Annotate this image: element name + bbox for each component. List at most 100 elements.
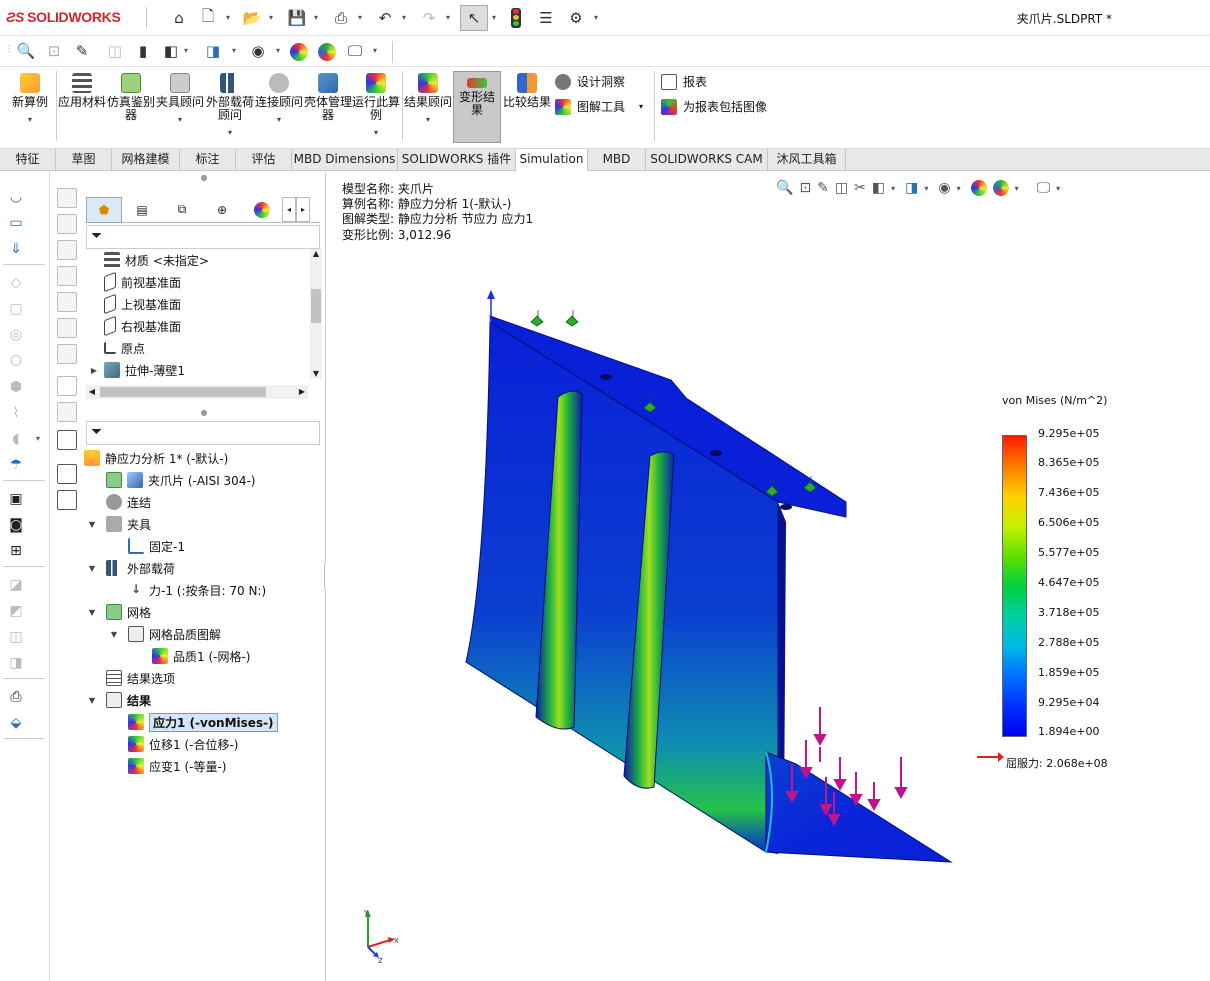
tool-b-icon[interactable]	[57, 214, 77, 234]
open-file-icon[interactable]: 📂	[241, 7, 263, 29]
view-orientation-icon[interactable]: ◧	[160, 40, 182, 62]
tree-fixtures[interactable]: ▼ 夹具	[86, 513, 151, 535]
save-icon[interactable]: 💾	[286, 7, 308, 29]
tool-d-icon[interactable]	[57, 266, 77, 286]
tree-item-right-plane[interactable]: 右视基准面	[104, 315, 181, 337]
new-study-button[interactable]: 新算例 ▾	[6, 71, 54, 143]
splitter-handle[interactable]: ●	[82, 172, 326, 182]
shell-manager-button[interactable]: 壳体管理器	[304, 71, 352, 143]
fixture-tool-icon[interactable]: ◡	[5, 186, 27, 208]
load-tool-icon[interactable]: ⇓	[5, 238, 27, 260]
filter-box[interactable]: ⏷	[86, 225, 320, 249]
tabs-left-arrow[interactable]: ◂	[282, 197, 296, 222]
tool-c-icon[interactable]	[57, 240, 77, 260]
splitter-handle[interactable]: ●	[82, 407, 326, 417]
tab-mufeng-toolbox[interactable]: 沐风工具箱	[768, 149, 846, 171]
tree-fixed-1[interactable]: 固定-1	[128, 535, 185, 557]
property-manager-tab[interactable]: ▤	[122, 197, 162, 222]
include-image-button[interactable]: 为报表包括图像	[661, 98, 767, 115]
spring-tool-icon[interactable]: ⌇	[5, 402, 27, 424]
chevron-down-icon[interactable]: ▾	[314, 13, 322, 22]
display-style-icon[interactable]: ◨	[202, 40, 224, 62]
remote-load-icon[interactable]: ☂	[5, 454, 27, 476]
chevron-down-icon[interactable]: ▾	[446, 13, 454, 22]
bearing-tool-icon[interactable]: ◖	[5, 428, 27, 450]
chevron-down-icon[interactable]: ▾	[594, 13, 602, 22]
tree-strain-1[interactable]: 应变1 (-等量-)	[128, 755, 226, 777]
animate-icon[interactable]: ◨	[5, 652, 27, 674]
probe-icon[interactable]: ◪	[5, 574, 27, 596]
connector-tool-icon[interactable]: ◎	[5, 324, 27, 346]
deformed-result-button[interactable]: 变形结果	[453, 71, 501, 143]
connections-advisor-button[interactable]: 连接顾问 ▾	[255, 71, 303, 143]
plot-tools-button[interactable]: 图解工具 ▾	[555, 98, 643, 115]
redo-icon[interactable]: ↷	[418, 7, 440, 29]
tool-l-icon[interactable]	[57, 490, 77, 510]
tree-quality-1[interactable]: 品质1 (-网格-)	[152, 645, 250, 667]
chevron-down-icon[interactable]: ▾	[36, 434, 44, 443]
previous-view-icon[interactable]: ✎	[71, 40, 93, 62]
external-loads-advisor-button[interactable]: 外部载荷顾问 ▾	[206, 71, 254, 143]
print-plot-icon[interactable]: ⎙	[5, 686, 27, 708]
chevron-down-icon[interactable]: ▾	[492, 13, 500, 22]
tree-external-loads[interactable]: ▼ 外部载荷	[86, 557, 175, 579]
chevron-down-icon[interactable]: ▾	[232, 46, 240, 55]
tool-h-icon[interactable]	[57, 376, 77, 396]
tree-scrollbar[interactable]: ▲ ▼	[310, 249, 322, 379]
tool-j-icon[interactable]	[57, 430, 77, 450]
chevron-down-icon[interactable]: ▾	[373, 46, 381, 55]
tab-mbd[interactable]: MBD	[588, 149, 646, 171]
hide-show-icon[interactable]: ◉	[247, 40, 269, 62]
chevron-down-icon[interactable]: ▾	[226, 13, 234, 22]
mesh-control-icon[interactable]: ▣	[5, 488, 27, 510]
dimxpert-tab[interactable]: ⊕	[202, 197, 242, 222]
pin-tool-icon[interactable]: ⬢	[5, 376, 27, 398]
tree-item-front-plane[interactable]: 前视基准面	[104, 271, 181, 293]
solidworks-logo[interactable]: ƧS SOLIDWORKS	[6, 9, 121, 25]
graphics-viewport[interactable]: 模型名称: 夹爪片 算例名称: 静应力分析 1(-默认-) 图解类型: 静应力分…	[326, 172, 1210, 981]
tree-stress-1[interactable]: 应力1 (-vonMises-)	[128, 711, 278, 733]
compare-results-button[interactable]: 比较结果	[503, 71, 551, 143]
tree-part[interactable]: 夹爪片 (-AISI 304-)	[106, 469, 255, 491]
dynamic-annotation-icon[interactable]: ▮	[132, 40, 154, 62]
sensor-icon[interactable]: ◙	[5, 514, 27, 536]
tab-mesh-modeling[interactable]: 网格建模	[112, 149, 180, 171]
grid-icon[interactable]: ⊞	[5, 540, 27, 562]
collapse-arrow-icon[interactable]: ▼	[108, 630, 120, 639]
collapse-arrow-icon[interactable]: ▼	[86, 608, 98, 617]
zoom-area-icon[interactable]: ⊡	[43, 40, 65, 62]
tool-i-icon[interactable]	[57, 402, 77, 422]
feature-manager-tab[interactable]: ⬟	[86, 197, 122, 223]
report-button[interactable]: 报表	[661, 73, 707, 90]
home-icon[interactable]: ⌂	[168, 7, 190, 29]
tree-item-extrude-thin[interactable]: ▶ 拉伸-薄壁1	[88, 359, 185, 381]
chevron-down-icon[interactable]: ▾	[276, 46, 284, 55]
chevron-down-icon[interactable]: ▾	[184, 46, 192, 55]
tab-solidworks-addins[interactable]: SOLIDWORKS 插件	[398, 149, 516, 171]
tool-k-icon[interactable]	[57, 464, 77, 484]
collapse-arrow-icon[interactable]: ▼	[86, 520, 98, 529]
tool-a-icon[interactable]	[57, 188, 77, 208]
tool-e-icon[interactable]	[57, 292, 77, 312]
section-view-icon[interactable]: ◫	[104, 40, 126, 62]
tabs-right-arrow[interactable]: ▸	[296, 197, 310, 222]
tab-solidworks-cam[interactable]: SOLIDWORKS CAM	[646, 149, 768, 171]
gear-icon[interactable]: ⚙	[565, 7, 587, 29]
tree-item-top-plane[interactable]: 上视基准面	[104, 293, 181, 315]
tool-g-icon[interactable]	[57, 344, 77, 364]
fixtures-advisor-button[interactable]: 夹具顾问 ▾	[156, 71, 204, 143]
zoom-to-fit-icon[interactable]: 🔍	[15, 40, 37, 62]
design-insight-button[interactable]: 设计洞察	[555, 73, 625, 90]
chevron-down-icon[interactable]: ▾	[358, 13, 366, 22]
tree-mesh-quality-plot[interactable]: ▼ 网格品质图解	[108, 623, 221, 645]
display-manager-tab[interactable]	[242, 197, 282, 222]
tree-result-options[interactable]: 结果选项	[106, 667, 175, 689]
collapse-arrow-icon[interactable]: ▼	[86, 564, 98, 573]
tab-features[interactable]: 特征	[0, 149, 56, 171]
appearance-icon[interactable]	[290, 43, 308, 61]
shell-tool-icon[interactable]: ▭	[5, 212, 27, 234]
undo-icon[interactable]: ↶	[374, 7, 396, 29]
tree-study[interactable]: 静应力分析 1* (-默认-)	[84, 447, 228, 469]
contact-tool-icon[interactable]: ▢	[5, 298, 27, 320]
file-properties-icon[interactable]: ☰	[535, 7, 557, 29]
